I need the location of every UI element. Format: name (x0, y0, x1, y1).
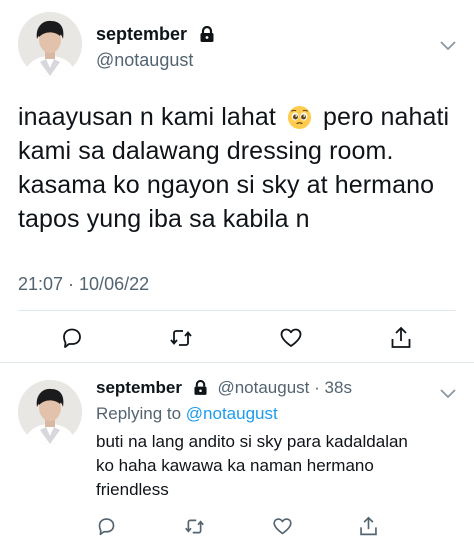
display-name[interactable]: september (96, 378, 182, 397)
like-button[interactable] (272, 516, 293, 537)
handle[interactable]: @notaugust (217, 378, 309, 397)
reply-icon (63, 328, 81, 348)
tweet-text-line: kami sa dalawang dressing room. (18, 137, 394, 165)
divider (18, 310, 456, 311)
display-name[interactable]: september (96, 24, 214, 47)
retweet-icon (185, 519, 204, 534)
separator: · (314, 378, 320, 397)
share-icon (391, 326, 411, 348)
retweet-icon (170, 330, 192, 346)
replying-to: Replying to @notaugust (96, 404, 278, 424)
main-tweet: september @notaugust inaayusan n kami la… (0, 0, 474, 363)
reply-header: september @notaugust · 38s (96, 378, 352, 400)
share-button[interactable] (389, 325, 413, 351)
user-avatar-icon (18, 12, 82, 76)
tweet-text-line: pero nahati (323, 103, 450, 131)
reply-icon (98, 518, 115, 536)
tweet-text-line: tapos yung iba sa kabila n (18, 205, 310, 233)
tweet-text: inaayusan n kami lahat pero nahati kami … (18, 100, 458, 236)
chevron-down-icon[interactable] (440, 386, 456, 404)
reply-text-line: ko haha kawawa ka naman hermano (96, 456, 374, 475)
avatar[interactable] (18, 12, 82, 76)
reply-button[interactable] (96, 516, 117, 537)
reply-text-line: buti na lang andito si sky para kadaldal… (96, 432, 408, 451)
reply-text-line: friendless (96, 480, 169, 499)
like-icon (280, 328, 302, 347)
reply-tweet-text: buti na lang andito si sky para kadaldal… (96, 430, 456, 502)
replying-to-link[interactable]: @notaugust (186, 404, 278, 423)
share-icon (360, 516, 377, 536)
tweet-text-line: inaayusan n kami lahat (18, 103, 276, 131)
tweet-time[interactable]: 38s (325, 378, 352, 397)
user-avatar-icon (18, 380, 82, 444)
share-button[interactable] (358, 515, 379, 538)
chevron-down-icon[interactable] (440, 38, 456, 56)
replying-label: Replying to (96, 404, 182, 423)
retweet-button[interactable] (169, 326, 193, 350)
lock-icon (194, 379, 207, 400)
tweet-text-line: kasama ko ngayon si sky at hermano (18, 171, 435, 199)
reply-button[interactable] (60, 326, 84, 350)
retweet-button[interactable] (184, 516, 205, 537)
handle[interactable]: @notaugust (96, 50, 193, 71)
tweet-timestamp[interactable]: 21:07 · 10/06/22 (18, 274, 149, 295)
like-icon (273, 518, 292, 535)
like-button[interactable] (279, 326, 303, 350)
pleading-face-emoji-icon (287, 105, 312, 130)
lock-icon (200, 25, 214, 47)
avatar[interactable] (18, 380, 82, 444)
display-name-text[interactable]: september (96, 24, 187, 44)
